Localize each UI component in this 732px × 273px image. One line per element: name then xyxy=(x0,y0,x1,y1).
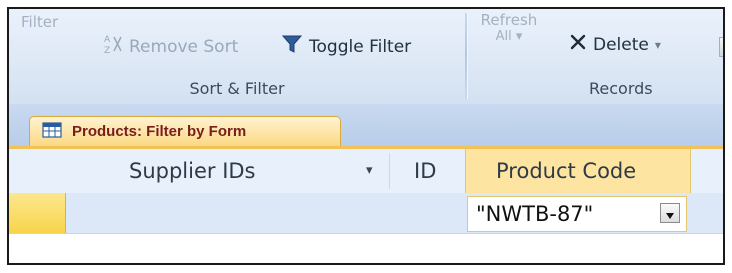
sort-filter-group: Filter A Z Remove Sort Toggle Filter Sor… xyxy=(9,9,465,104)
column-header-supplier-ids[interactable]: Supplier IDs xyxy=(129,149,256,193)
ribbon: Filter A Z Remove Sort Toggle Filter Sor… xyxy=(9,9,723,105)
column-sort-arrow-icon[interactable]: ▾ xyxy=(366,163,373,178)
refresh-all-button[interactable]: Refresh All ▾ xyxy=(479,11,539,44)
toggle-filter-label: Toggle Filter xyxy=(309,36,412,57)
svg-text:Z: Z xyxy=(104,46,110,55)
records-group-label: Records xyxy=(589,79,653,98)
tab-label: Products: Filter by Form xyxy=(72,123,247,140)
product-code-filter-value: "NWTB-87" xyxy=(476,202,594,226)
records-group: Refresh All ▾ Delete ▾ Records xyxy=(469,9,723,104)
more-icon[interactable] xyxy=(719,37,723,57)
column-header-row: Supplier IDs ▾ ID Product Code xyxy=(9,149,723,194)
refresh-dropdown-icon: ▾ xyxy=(515,29,523,44)
group-separator xyxy=(465,13,468,99)
sort-clear-icon: A Z xyxy=(101,33,123,60)
delete-label: Delete xyxy=(593,34,649,55)
sort-filter-group-label: Sort & Filter xyxy=(189,79,285,98)
column-header-id[interactable]: ID xyxy=(414,149,436,193)
refresh-label-line1: Refresh xyxy=(480,11,538,29)
column-header-product-code[interactable]: Product Code xyxy=(465,149,691,193)
tab-products-filter-by-form[interactable]: Products: Filter by Form xyxy=(29,116,341,146)
svg-text:A: A xyxy=(104,35,111,45)
funnel-icon xyxy=(281,33,303,60)
window-frame: Filter A Z Remove Sort Toggle Filter Sor… xyxy=(7,7,725,265)
delete-x-icon xyxy=(569,33,587,56)
column-label-supplier-ids: Supplier IDs xyxy=(129,159,256,183)
refresh-label-line2: All xyxy=(495,29,512,44)
dropdown-arrow-icon xyxy=(665,201,675,225)
row-selector[interactable] xyxy=(9,193,66,233)
remove-sort-button[interactable]: A Z Remove Sort xyxy=(101,33,238,60)
column-label-id: ID xyxy=(414,159,437,183)
table-icon xyxy=(42,121,62,142)
empty-sheet-area xyxy=(9,233,723,263)
filter-button-label[interactable]: Filter xyxy=(21,13,58,31)
remove-sort-label: Remove Sort xyxy=(129,36,239,57)
delete-button[interactable]: Delete ▾ xyxy=(569,33,661,56)
product-code-filter-field[interactable]: "NWTB-87" xyxy=(467,196,687,232)
toggle-filter-button[interactable]: Toggle Filter xyxy=(281,33,411,60)
column-label-product-code: Product Code xyxy=(496,159,637,183)
delete-dropdown-icon: ▾ xyxy=(654,37,661,52)
product-code-dropdown-button[interactable] xyxy=(660,203,680,223)
document-tab-strip: Products: Filter by Form xyxy=(9,104,723,146)
